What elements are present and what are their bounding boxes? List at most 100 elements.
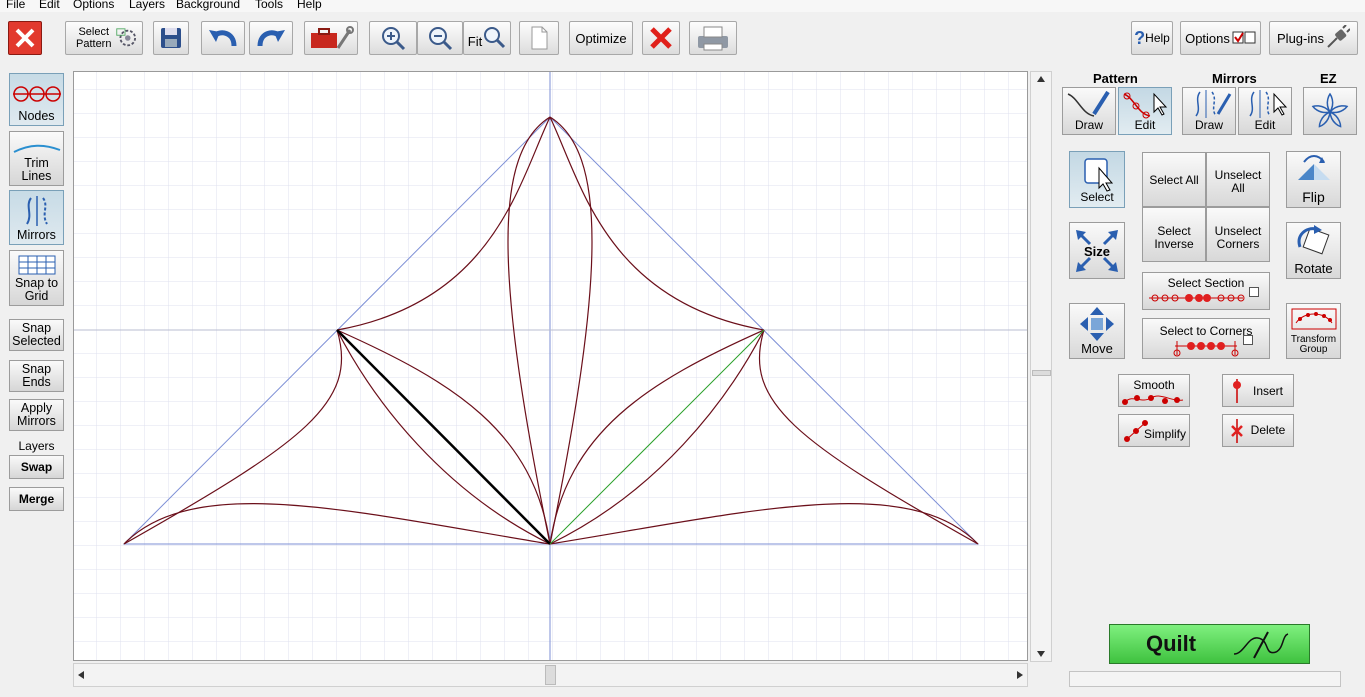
mirrors-toggle-button[interactable]: Mirrors — [9, 190, 64, 245]
mirrors-icon — [25, 196, 48, 226]
menu-tools[interactable]: Tools — [255, 0, 283, 11]
menu-options[interactable]: Options — [73, 0, 114, 11]
mirrors-header: Mirrors — [1212, 71, 1257, 86]
move-button[interactable]: Move — [1069, 303, 1125, 359]
tools-button[interactable] — [304, 21, 358, 55]
select-section-button[interactable]: Select Section — [1142, 272, 1270, 310]
select-pattern-button[interactable]: Select Pattern — [65, 21, 143, 55]
smooth-icon — [1122, 395, 1184, 405]
horizontal-scrollbar[interactable] — [73, 663, 1028, 687]
pattern-draw-button[interactable]: Draw — [1062, 87, 1116, 135]
snap-selected-label-2: Selected — [12, 334, 61, 348]
mirror-draw-icon — [1195, 90, 1232, 118]
progress-bar — [1069, 671, 1341, 687]
rotate-label: Rotate — [1294, 261, 1333, 276]
trim-line-icon — [13, 144, 60, 153]
swap-button[interactable]: Swap — [9, 455, 64, 479]
mirrors-edit-button[interactable]: Edit — [1238, 87, 1292, 135]
scroll-up-arrow-icon[interactable] — [1037, 76, 1045, 82]
smooth-button[interactable]: Smooth — [1118, 374, 1190, 407]
optimize-label: Optimize — [575, 30, 627, 46]
snap-to-grid-button[interactable]: Snap to Grid — [9, 250, 64, 306]
rotate-button[interactable]: Rotate — [1286, 222, 1341, 279]
edit-nodes-icon — [1123, 92, 1168, 119]
redo-button[interactable] — [249, 21, 293, 55]
quilt-button[interactable]: Quilt — [1109, 624, 1310, 664]
scroll-right-arrow-icon[interactable] — [1017, 671, 1023, 679]
options-button[interactable]: Options — [1180, 21, 1261, 55]
nodes-icon — [12, 86, 61, 102]
trim-label-2: Lines — [21, 169, 52, 183]
scroll-down-arrow-icon[interactable] — [1037, 651, 1045, 657]
unselect-corners-button[interactable]: Unselect Corners — [1206, 207, 1270, 262]
grid-icon — [18, 255, 55, 275]
help-question-icon: ? — [1134, 27, 1146, 48]
unselect-all-button[interactable]: Unselect All — [1206, 152, 1270, 207]
red-x-icon — [650, 27, 672, 49]
snap-grid-label-2: Grid — [24, 289, 49, 303]
simplify-button[interactable]: Simplify — [1118, 414, 1190, 447]
delete-pattern-button[interactable] — [642, 21, 680, 55]
insert-label: Insert — [1252, 384, 1283, 398]
flip-label: Flip — [1302, 189, 1325, 205]
horizontal-scroll-thumb[interactable] — [545, 665, 556, 685]
select-tool-button[interactable]: Select — [1069, 151, 1125, 208]
insert-button[interactable]: Insert — [1222, 374, 1294, 407]
plugins-label: Plug-ins — [1277, 30, 1324, 46]
undo-button[interactable] — [201, 21, 245, 55]
nodes-button[interactable]: Nodes — [9, 73, 64, 126]
zoom-in-icon — [382, 27, 406, 51]
snap-selected-button[interactable]: Snap Selected — [9, 319, 64, 351]
select-pattern-label-1: Select — [78, 26, 110, 38]
size-label: Size — [1083, 244, 1110, 259]
page-button[interactable] — [519, 21, 559, 55]
rotate-icon — [1297, 225, 1329, 255]
select-to-corners-checkbox[interactable] — [1243, 335, 1253, 345]
smooth-label: Smooth — [1133, 378, 1175, 392]
menu-background[interactable]: Background — [176, 0, 240, 11]
apply-mirrors-button[interactable]: Apply Mirrors — [9, 399, 64, 431]
printer-icon — [698, 26, 728, 51]
pattern-gear-icon — [116, 28, 137, 47]
ez-button[interactable] — [1303, 87, 1357, 135]
menu-edit[interactable]: Edit — [39, 0, 60, 11]
scroll-left-arrow-icon[interactable] — [78, 671, 84, 679]
close-button[interactable] — [8, 21, 42, 55]
menu-help[interactable]: Help — [297, 0, 322, 11]
page-icon — [531, 26, 548, 50]
select-inverse-button[interactable]: Select Inverse — [1142, 207, 1206, 262]
transform-group-button[interactable]: Transform Group — [1286, 303, 1341, 359]
trim-lines-button[interactable]: Trim Lines — [9, 131, 64, 186]
select-to-corners-button[interactable]: Select to Corners — [1142, 318, 1270, 359]
mirrors-draw-button[interactable]: Draw — [1182, 87, 1236, 135]
vertical-scrollbar[interactable] — [1030, 71, 1052, 662]
section-nodes-icon — [1149, 294, 1245, 302]
quilt-needle-icon — [1233, 631, 1289, 659]
help-button[interactable]: ? Help — [1131, 21, 1173, 55]
delete-node-button[interactable]: Delete — [1222, 414, 1294, 447]
zoom-out-button[interactable] — [417, 21, 463, 55]
menu-file[interactable]: File — [6, 0, 25, 11]
zoom-fit-button[interactable]: Fit — [463, 21, 511, 55]
plugins-button[interactable]: Plug-ins — [1269, 21, 1358, 55]
layers-label: Layers — [18, 439, 55, 453]
select-section-checkbox[interactable] — [1249, 287, 1259, 297]
size-button[interactable]: Size — [1069, 222, 1125, 279]
redo-icon — [257, 30, 285, 47]
select-cursor-icon — [1084, 158, 1114, 192]
menu-layers[interactable]: Layers — [129, 0, 165, 11]
pattern-drawing[interactable] — [74, 72, 1028, 661]
design-canvas[interactable] — [73, 71, 1028, 661]
save-button[interactable] — [153, 21, 189, 55]
print-button[interactable] — [689, 21, 737, 55]
flip-button[interactable]: Flip — [1286, 151, 1341, 208]
vertical-scroll-thumb[interactable] — [1032, 370, 1051, 376]
menu-bar: File Edit Options Layers Background Tool… — [0, 0, 1365, 12]
pattern-edit-button[interactable]: Edit — [1118, 87, 1172, 135]
snap-ends-button[interactable]: Snap Ends — [9, 360, 64, 392]
zoom-in-button[interactable] — [369, 21, 417, 55]
ez-header: EZ — [1320, 71, 1337, 86]
select-all-button[interactable]: Select All — [1142, 152, 1206, 207]
merge-button[interactable]: Merge — [9, 487, 64, 511]
optimize-button[interactable]: Optimize — [569, 21, 633, 55]
